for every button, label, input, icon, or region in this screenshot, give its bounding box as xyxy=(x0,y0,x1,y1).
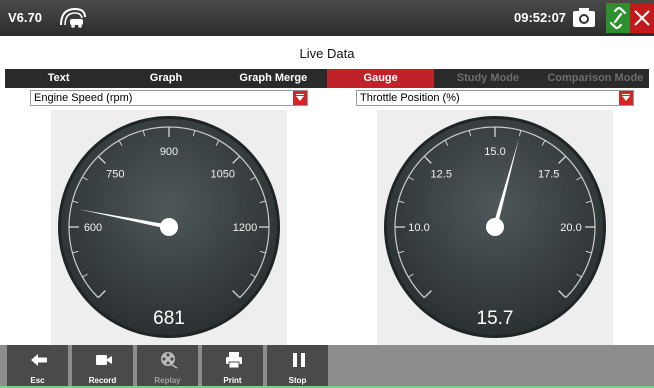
replay-button[interactable]: Replay xyxy=(137,345,200,388)
close-button[interactable] xyxy=(630,3,654,33)
video-camera-icon xyxy=(96,355,112,365)
chevron-down-icon xyxy=(619,91,633,105)
gauge-hub xyxy=(486,218,504,236)
back-arrow-icon xyxy=(31,354,47,366)
stop-button-label: Stop xyxy=(288,376,307,385)
record-button-label: Record xyxy=(88,376,117,385)
gauge-tick-label: 10.0 xyxy=(408,222,429,234)
gauge-1-parameter-select[interactable]: Engine Speed (rpm) xyxy=(30,90,308,106)
gauge-2-parameter-select[interactable]: Throttle Position (%) xyxy=(356,90,634,106)
gauge-tick-label: 15.0 xyxy=(484,146,505,158)
throttle-position-gauge: 10.0 12.5 15.0 17.5 20.0 15.7 xyxy=(384,116,606,338)
print-button[interactable]: Print xyxy=(202,345,265,388)
film-reel-icon xyxy=(161,352,178,369)
tab-comparison-mode[interactable]: Comparison Mode xyxy=(542,69,649,88)
record-button[interactable]: Record xyxy=(72,345,135,388)
gauge-tick-label: 1200 xyxy=(233,222,257,234)
gauge-value-readout: 15.7 xyxy=(477,308,514,329)
version-label: V6.70 xyxy=(8,10,42,25)
status-bar: V6.70 09:52:07 xyxy=(0,0,654,36)
gauge-value-readout: 681 xyxy=(153,308,185,329)
close-icon xyxy=(634,10,650,26)
tab-graph[interactable]: Graph xyxy=(112,69,219,88)
tab-text[interactable]: Text xyxy=(5,69,112,88)
camera-icon[interactable] xyxy=(570,4,598,32)
print-button-label: Print xyxy=(223,376,242,385)
engine-speed-gauge: 600 750 900 1050 1200 681 xyxy=(58,116,280,338)
gauge-tick-label: 600 xyxy=(84,222,102,234)
gauge-tick-label: 900 xyxy=(160,146,178,158)
gauge-hub xyxy=(160,218,178,236)
gauge-2-panel: 10.0 12.5 15.0 17.5 20.0 15.7 xyxy=(377,110,613,345)
replay-button-label: Replay xyxy=(154,376,181,385)
esc-button-label: Esc xyxy=(30,376,45,385)
tab-study-mode[interactable]: Study Mode xyxy=(434,69,541,88)
printer-icon xyxy=(226,352,242,369)
link-button[interactable] xyxy=(606,3,630,33)
pause-icon xyxy=(293,353,305,367)
gauge-tick-label: 20.0 xyxy=(560,222,581,234)
bottom-toolbar: Esc Record Replay Print Stop xyxy=(0,345,654,388)
tab-graph-merge[interactable]: Graph Merge xyxy=(220,69,327,88)
page-title: Live Data xyxy=(299,46,355,61)
gauge-tick-label: 1050 xyxy=(210,168,234,180)
gauge-1-panel: 600 750 900 1050 1200 681 xyxy=(51,110,287,345)
esc-button[interactable]: Esc xyxy=(7,345,70,388)
tab-gauge[interactable]: Gauge xyxy=(326,69,435,88)
vci-connection-icon xyxy=(60,7,86,28)
clock: 09:52:07 xyxy=(514,10,567,25)
gauge-tick-label: 12.5 xyxy=(431,168,452,180)
link-icon xyxy=(609,6,627,30)
gauge-1-parameter-label: Engine Speed (rpm) xyxy=(34,92,133,104)
gauge-tick-label: 750 xyxy=(106,168,124,180)
chevron-down-icon xyxy=(293,91,307,105)
gauge-2-parameter-label: Throttle Position (%) xyxy=(360,92,460,104)
gauge-tick-label: 17.5 xyxy=(538,168,559,180)
tab-bar: Text Graph Graph Merge Gauge Study Mode … xyxy=(5,69,649,88)
stop-button[interactable]: Stop xyxy=(267,345,330,388)
